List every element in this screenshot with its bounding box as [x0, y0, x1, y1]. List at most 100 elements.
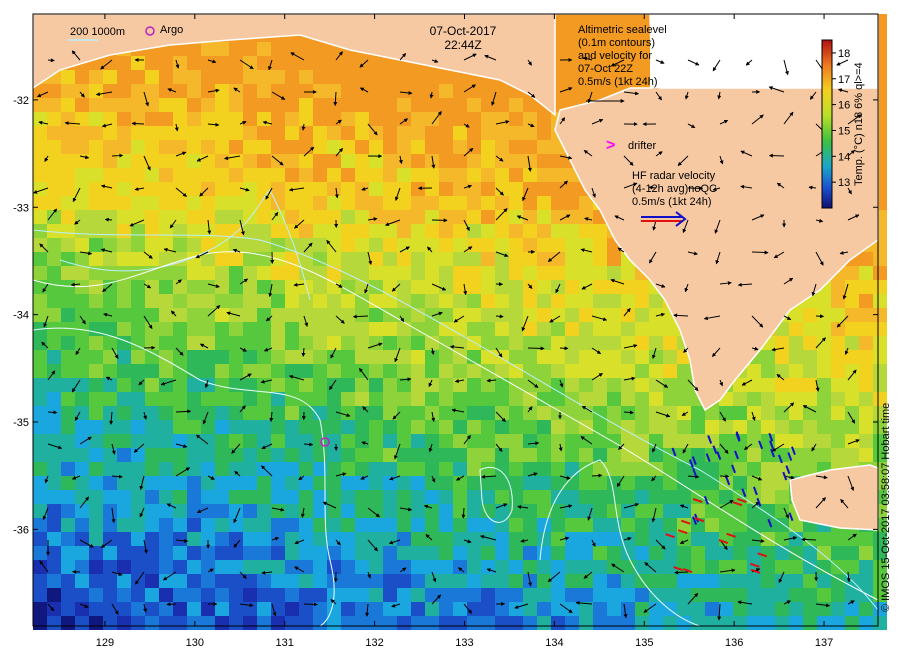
sst-cell	[215, 462, 229, 476]
sst-cell	[845, 602, 859, 616]
sst-cell	[551, 182, 565, 196]
sst-cell	[845, 560, 859, 574]
sst-cell	[859, 392, 873, 406]
sst-cell	[145, 56, 159, 70]
sst-cell	[719, 588, 733, 602]
sst-cell	[509, 196, 523, 210]
sst-cell	[313, 42, 327, 56]
sst-cell	[117, 322, 131, 336]
sst-cell	[327, 252, 341, 266]
sst-cell	[537, 182, 551, 196]
sst-cell	[397, 182, 411, 196]
sst-cell	[173, 70, 187, 84]
sst-cell	[439, 448, 453, 462]
sst-cell	[397, 350, 411, 364]
sst-cell	[691, 434, 705, 448]
sst-cell	[89, 602, 103, 616]
sst-cell	[397, 336, 411, 350]
sst-cell	[747, 364, 761, 378]
sst-cell	[103, 196, 117, 210]
sst-cell	[551, 588, 565, 602]
sst-cell	[173, 224, 187, 238]
sst-cell	[257, 364, 271, 378]
sst-cell	[89, 210, 103, 224]
lon-tick-label: 133	[455, 637, 473, 649]
sst-cell	[145, 112, 159, 126]
sst-cell	[649, 490, 663, 504]
sst-cell	[229, 504, 243, 518]
sst-cell	[33, 126, 47, 140]
sst-cell	[117, 308, 131, 322]
sst-cell	[89, 616, 103, 630]
sst-cell	[187, 504, 201, 518]
sst-cell	[565, 434, 579, 448]
sst-cell	[803, 420, 817, 434]
sst-cell	[495, 322, 509, 336]
sst-cell	[579, 616, 593, 630]
sst-cell	[173, 420, 187, 434]
sst-cell	[383, 238, 397, 252]
sst-cell	[33, 294, 47, 308]
sst-cell	[201, 546, 215, 560]
sst-cell	[523, 616, 537, 630]
sst-cell	[159, 154, 173, 168]
sst-cell	[257, 336, 271, 350]
sst-cell	[299, 308, 313, 322]
sst-cell	[145, 126, 159, 140]
sst-cell	[383, 350, 397, 364]
sst-cell	[831, 616, 845, 630]
sst-cell	[439, 476, 453, 490]
sst-cell	[285, 602, 299, 616]
sst-cell	[411, 140, 425, 154]
sst-cell	[355, 98, 369, 112]
sst-cell	[145, 420, 159, 434]
sst-cell	[579, 518, 593, 532]
sst-cell	[397, 196, 411, 210]
sst-cell	[579, 420, 593, 434]
sst-cell	[75, 434, 89, 448]
sst-cell	[831, 406, 845, 420]
sst-cell	[215, 294, 229, 308]
sst-cell	[495, 168, 509, 182]
sst-cell	[131, 126, 145, 140]
sst-cell	[257, 378, 271, 392]
sst-cell	[47, 182, 61, 196]
sst-cell	[803, 322, 817, 336]
sst-cell	[663, 588, 677, 602]
altimetry-legend: Altimetric sealevel (0.1m contours) and …	[578, 24, 667, 89]
sst-cell	[691, 546, 705, 560]
sst-cell	[313, 322, 327, 336]
sst-cell	[649, 406, 663, 420]
sst-cell	[803, 560, 817, 574]
sst-cell	[355, 196, 369, 210]
sst-cell	[383, 560, 397, 574]
sst-cell	[33, 518, 47, 532]
sst-cell	[327, 196, 341, 210]
sst-cell	[649, 294, 663, 308]
sst-cell	[327, 518, 341, 532]
sst-cell	[453, 392, 467, 406]
sst-cell	[509, 140, 523, 154]
sst-cell	[691, 504, 705, 518]
sst-cell	[61, 266, 75, 280]
sst-cell	[285, 266, 299, 280]
sst-cell	[355, 588, 369, 602]
sst-cell	[313, 336, 327, 350]
title-date: 07-Oct-2017	[429, 24, 497, 38]
sst-cell	[257, 140, 271, 154]
sst-cell	[425, 364, 439, 378]
sst-cell	[355, 266, 369, 280]
sst-cell	[187, 448, 201, 462]
sst-cell	[397, 280, 411, 294]
sst-cell	[481, 168, 495, 182]
sst-cell	[285, 168, 299, 182]
sst-cell	[355, 112, 369, 126]
velocity-arrow	[131, 121, 145, 126]
sst-cell	[131, 168, 145, 182]
sst-cell	[453, 154, 467, 168]
sst-cell	[201, 98, 215, 112]
sst-cell	[747, 588, 761, 602]
sst-cell	[47, 336, 61, 350]
colorbar-tick-label: 13	[838, 177, 850, 189]
sst-cell	[257, 210, 271, 224]
